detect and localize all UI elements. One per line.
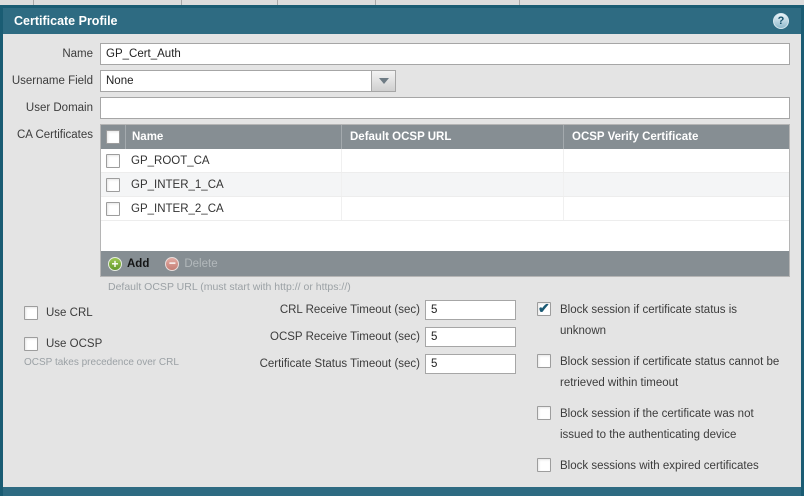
header-checkbox-cell — [101, 130, 125, 144]
username-field-row: Username Field — [11, 70, 790, 92]
user-domain-input[interactable] — [100, 97, 790, 119]
certificate-profile-screen: Certificate Profile ? Name Username Fiel… — [0, 0, 804, 496]
ocsp-timeout-input[interactable] — [425, 327, 516, 347]
dialog-titlebar: Certificate Profile ? — [3, 8, 801, 34]
block-unknown-status-label: Block session if certificate status is u… — [560, 300, 786, 342]
ocsp-timeout-label: OCSP Receive Timeout (sec) — [270, 331, 420, 343]
table-row[interactable]: GP_INTER_1_CA — [101, 173, 789, 197]
table-empty-area — [101, 221, 789, 251]
username-field-dropdown-button[interactable] — [372, 70, 396, 92]
use-ocsp-row: Use OCSP — [24, 333, 183, 355]
username-field-combo — [100, 70, 396, 92]
cell-ocsp-verify-certificate — [563, 173, 789, 196]
chevron-down-icon — [379, 78, 389, 84]
minus-icon: − — [165, 257, 179, 271]
cert-status-timeout-row: Certificate Status Timeout (sec) — [183, 354, 516, 374]
options-area: Use CRL Use OCSP OCSP takes precedence o… — [11, 300, 790, 487]
table-row[interactable]: GP_INTER_2_CA — [101, 197, 789, 221]
dialog-footer: OK Cancel — [3, 487, 801, 496]
header-default-ocsp-url: Default OCSP URL — [341, 125, 563, 149]
username-field-label: Username Field — [11, 75, 100, 87]
cert-status-timeout-input[interactable] — [425, 354, 516, 374]
default-ocsp-url-hint: Default OCSP URL (must start with http:/… — [108, 281, 790, 293]
block-not-issued-option: Block session if the certificate was not… — [537, 404, 786, 446]
ocsp-precedence-note: OCSP takes precedence over CRL — [24, 357, 183, 368]
table-toolbar: + Add − Delete — [101, 251, 789, 276]
help-icon[interactable]: ? — [773, 13, 789, 29]
ocsp-timeout-row: OCSP Receive Timeout (sec) — [183, 327, 516, 347]
block-expired-checkbox[interactable] — [537, 458, 551, 472]
use-crl-checkbox[interactable] — [24, 306, 38, 320]
user-domain-row: User Domain — [11, 97, 790, 119]
add-button-label: Add — [127, 258, 149, 270]
name-row: Name — [11, 43, 790, 65]
block-unknown-status-option: Block session if certificate status is u… — [537, 300, 786, 342]
plus-icon: + — [108, 257, 122, 271]
cell-default-ocsp-url — [341, 173, 563, 196]
cert-status-timeout-label: Certificate Status Timeout (sec) — [260, 358, 420, 370]
block-expired-label: Block sessions with expired certificates — [560, 456, 759, 477]
certificate-profile-dialog: Certificate Profile ? Name Username Fiel… — [0, 5, 804, 496]
user-domain-label: User Domain — [11, 102, 100, 114]
row-checkbox[interactable] — [106, 202, 120, 216]
row-checkbox[interactable] — [106, 178, 120, 192]
crl-timeout-input[interactable] — [425, 300, 516, 320]
block-unknown-status-checkbox[interactable] — [537, 302, 551, 316]
cell-default-ocsp-url — [341, 149, 563, 172]
use-crl-row: Use CRL — [24, 302, 183, 324]
ca-certificates-table: Name Default OCSP URL OCSP Verify Certif… — [100, 124, 790, 277]
use-crl-label: Use CRL — [46, 307, 93, 319]
add-button[interactable]: + Add — [108, 257, 149, 271]
username-field-input[interactable] — [100, 70, 372, 92]
ca-certificates-row: CA Certificates Name Default OCSP URL OC… — [11, 124, 790, 277]
block-timeout-checkbox[interactable] — [537, 354, 551, 368]
crl-ocsp-column: Use CRL Use OCSP OCSP takes precedence o… — [11, 300, 183, 368]
cell-ocsp-verify-certificate — [563, 149, 789, 172]
crl-timeout-row: CRL Receive Timeout (sec) — [183, 300, 516, 320]
name-label: Name — [11, 48, 100, 60]
delete-button-label: Delete — [184, 258, 217, 270]
crl-timeout-label: CRL Receive Timeout (sec) — [280, 304, 420, 316]
header-name: Name — [125, 125, 341, 149]
delete-button[interactable]: − Delete — [165, 257, 217, 271]
use-ocsp-checkbox[interactable] — [24, 337, 38, 351]
dialog-title: Certificate Profile — [14, 14, 118, 28]
select-all-checkbox[interactable] — [106, 130, 120, 144]
cell-name: GP_INTER_2_CA — [125, 203, 341, 215]
cell-default-ocsp-url — [341, 197, 563, 220]
block-not-issued-label: Block session if the certificate was not… — [560, 404, 786, 446]
use-ocsp-label: Use OCSP — [46, 338, 102, 350]
row-checkbox[interactable] — [106, 154, 120, 168]
cell-name: GP_ROOT_CA — [125, 155, 341, 167]
block-timeout-option: Block session if certificate status cann… — [537, 352, 786, 394]
table-header-row: Name Default OCSP URL OCSP Verify Certif… — [101, 125, 789, 149]
block-expired-option: Block sessions with expired certificates — [537, 456, 786, 477]
cell-name: GP_INTER_1_CA — [125, 179, 341, 191]
block-not-issued-checkbox[interactable] — [537, 406, 551, 420]
ca-certificates-label: CA Certificates — [11, 124, 100, 141]
table-row[interactable]: GP_ROOT_CA — [101, 149, 789, 173]
timeouts-column: CRL Receive Timeout (sec) OCSP Receive T… — [183, 300, 516, 381]
header-ocsp-verify-certificate: OCSP Verify Certificate — [563, 125, 789, 149]
block-timeout-label: Block session if certificate status cann… — [560, 352, 786, 394]
cell-ocsp-verify-certificate — [563, 197, 789, 220]
block-options-column: Block session if certificate status is u… — [516, 300, 790, 487]
dialog-body: Name Username Field User Domain CA Certi… — [3, 34, 801, 487]
name-input[interactable] — [100, 43, 790, 65]
